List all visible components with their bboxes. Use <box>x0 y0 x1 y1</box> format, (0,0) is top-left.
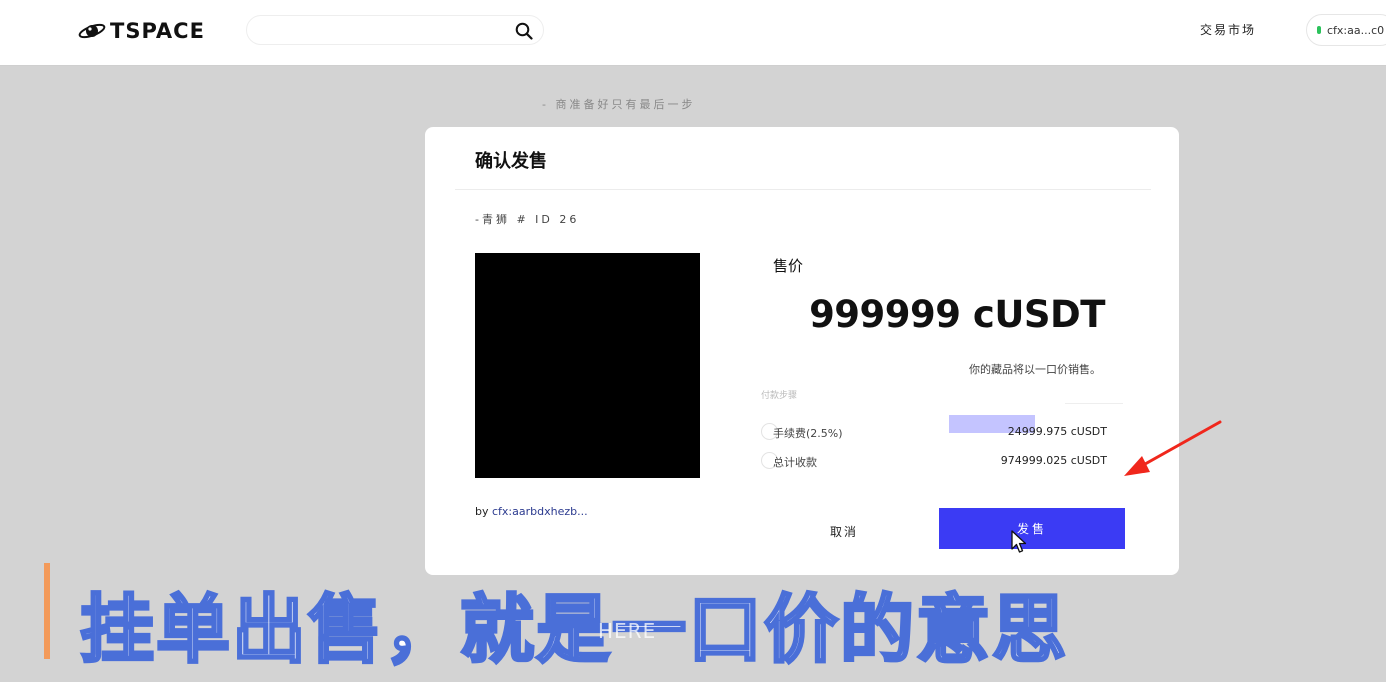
sell-button[interactable]: 发售 <box>939 508 1125 549</box>
wallet-address: cfx:aa...c0 <box>1327 23 1385 37</box>
fee-label: 手续费(2.5%) <box>773 427 843 440</box>
wallet-address-button[interactable]: cfx:aa...c0 <box>1306 14 1386 46</box>
total-row: 总计收款 974999.025 cUSDT <box>761 450 1107 470</box>
search-icon[interactable] <box>515 22 533 40</box>
item-name: -青狮 # ID 26 <box>475 213 580 226</box>
total-label: 总计收款 <box>773 456 817 469</box>
fee-amount: 24999.975 cUSDT <box>1007 425 1107 438</box>
dialog-title: 确认发售 <box>475 151 547 172</box>
tspace-logo[interactable]: TSPACE <box>78 18 205 44</box>
fee-row: 手续费(2.5%) 24999.975 cUSDT <box>761 415 1107 441</box>
mouse-cursor-icon <box>1011 530 1027 553</box>
cancel-button[interactable]: 取消 <box>801 519 887 543</box>
item-owner: by cfx:aarbdxhezb... <box>475 505 588 518</box>
planet-logo-icon <box>78 23 106 39</box>
step-hint-text: - 商准备好只有最后一步 <box>542 98 696 111</box>
price-value: 999999 cUSDT <box>809 293 1105 336</box>
search-input[interactable] <box>261 20 501 42</box>
price-label: 售价 <box>773 257 804 275</box>
watermark-text: HERE <box>598 619 657 643</box>
search-box[interactable] <box>246 15 544 45</box>
owner-address-link[interactable]: cfx:aarbdxhezb... <box>492 505 588 518</box>
top-navigation-bar: TSPACE 交易市场 cfx:aa...c0 <box>0 0 1386 66</box>
item-image <box>475 253 700 478</box>
connected-status-icon <box>1317 26 1321 34</box>
nav-marketplace-link[interactable]: 交易市场 <box>1200 21 1256 38</box>
logo-text: TSPACE <box>110 19 205 43</box>
steps-divider <box>1065 403 1123 404</box>
subtitle-accent-bar <box>44 563 50 659</box>
owner-prefix: by <box>475 505 489 518</box>
payment-steps-label: 付款步骤 <box>761 391 798 401</box>
dialog-divider <box>455 189 1151 190</box>
fixed-price-note: 你的藏品将以一口价销售。 <box>969 363 1101 376</box>
confirm-sale-dialog: 确认发售 -青狮 # ID 26 by cfx:aarbdxhezb... 售价… <box>425 127 1179 575</box>
total-amount: 974999.025 cUSDT <box>1000 454 1107 467</box>
video-subtitle: 挂单出售，就是一口价的意思 <box>79 586 1068 675</box>
red-annotation-arrow-icon <box>1124 420 1222 476</box>
